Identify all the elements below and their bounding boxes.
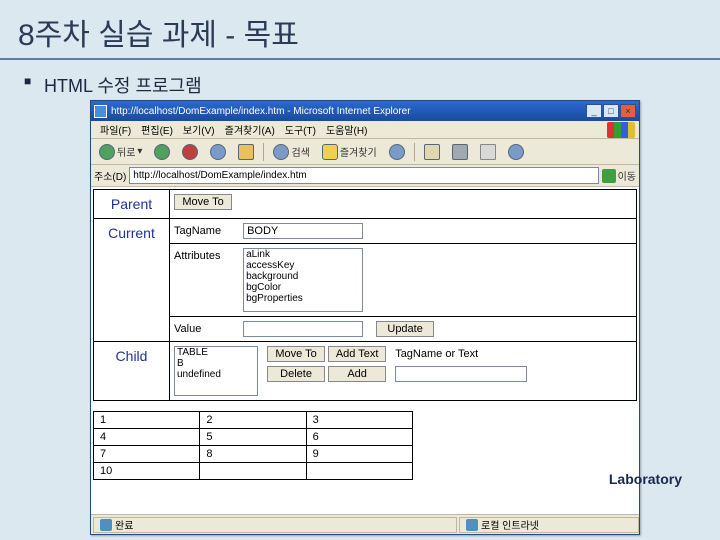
favorites-button[interactable]: 즐겨찾기 [317, 141, 382, 163]
address-label: 주소(D) [94, 168, 126, 183]
done-icon [100, 519, 112, 531]
update-button[interactable]: Update [376, 321, 434, 337]
star-icon [322, 144, 338, 160]
parent-moveto-button[interactable]: Move To [174, 194, 232, 210]
delete-button[interactable]: Delete [267, 366, 325, 382]
ie-window: http://localhost/DomExample/index.htm - … [90, 100, 640, 535]
dom-editor-table: Parent Move To Current TagName Attribute… [93, 189, 637, 401]
print-icon [452, 144, 468, 160]
value-label: Value [174, 321, 240, 335]
address-input[interactable] [129, 167, 598, 184]
table-row: 123 [94, 412, 413, 429]
print-button[interactable] [447, 141, 473, 163]
attr-item[interactable]: aLink [244, 249, 362, 260]
mail-button[interactable] [419, 141, 445, 163]
addtext-button[interactable]: Add Text [328, 346, 386, 362]
forward-button[interactable] [149, 141, 175, 163]
attr-item[interactable]: bgColor [244, 282, 362, 293]
attr-item[interactable]: accessKey [244, 260, 362, 271]
attributes-label: Attributes [174, 248, 240, 262]
table-row: 456 [94, 429, 413, 446]
menu-view[interactable]: 보기(V) [178, 122, 220, 137]
stop-icon [182, 144, 198, 160]
maximize-button[interactable]: □ [603, 104, 619, 118]
attr-item[interactable]: background [244, 271, 362, 282]
home-button[interactable] [233, 141, 259, 163]
attributes-listbox[interactable]: aLink accessKey background bgColor bgPro… [243, 248, 363, 312]
slide-title: 8주차 실습 과제 - 목표 [0, 0, 720, 60]
edit-button[interactable] [475, 141, 501, 163]
child-moveto-button[interactable]: Move To [267, 346, 325, 362]
window-title: http://localhost/DomExample/index.htm - … [111, 106, 586, 117]
table-row: 789 [94, 446, 413, 463]
forward-icon [154, 144, 170, 160]
menu-favorites[interactable]: 즐겨찾기(A) [220, 122, 280, 137]
titlebar: http://localhost/DomExample/index.htm - … [91, 101, 639, 121]
current-label: Current [94, 219, 170, 342]
windows-logo-icon [607, 122, 635, 138]
close-button[interactable]: × [620, 104, 636, 118]
child-item[interactable]: B [175, 358, 257, 369]
slide-bullet: HTML 수정 프로그램 [0, 60, 720, 104]
back-button[interactable]: 뒤로 ▾ [94, 141, 147, 163]
history-icon [389, 144, 405, 160]
statusbar: 완료 로컬 인트라넷 [91, 514, 639, 534]
messenger-button[interactable] [503, 141, 529, 163]
sample-table: 123 456 789 10 [93, 411, 413, 480]
child-item[interactable]: undefined [175, 369, 257, 380]
tagname-label: TagName [174, 223, 240, 237]
add-button[interactable]: Add [328, 366, 386, 382]
go-button[interactable]: 이동 [602, 168, 636, 183]
child-label: Child [94, 342, 170, 401]
minimize-button[interactable]: _ [586, 104, 602, 118]
menu-file[interactable]: 파일(F) [95, 122, 136, 137]
back-icon [99, 144, 115, 160]
tagname-input[interactable] [243, 223, 363, 239]
taghint-label: TagName or Text [395, 348, 478, 360]
stop-button[interactable] [177, 141, 203, 163]
refresh-button[interactable] [205, 141, 231, 163]
footer-label: Laboratory [609, 471, 682, 487]
search-icon [273, 144, 289, 160]
home-icon [238, 144, 254, 160]
status-done: 완료 [115, 517, 133, 532]
tag-input[interactable] [395, 366, 527, 382]
search-button[interactable]: 검색 [268, 141, 314, 163]
messenger-icon [508, 144, 524, 160]
ie-icon [94, 105, 107, 118]
status-zone: 로컬 인트라넷 [481, 517, 539, 532]
parent-label: Parent [94, 190, 170, 219]
history-button[interactable] [384, 141, 410, 163]
child-item[interactable]: TABLE [175, 347, 257, 358]
menu-edit[interactable]: 편집(E) [136, 122, 178, 137]
refresh-icon [210, 144, 226, 160]
table-row: 10 [94, 463, 413, 480]
edit-icon [480, 144, 496, 160]
zone-icon [466, 519, 478, 531]
menu-help[interactable]: 도움말(H) [321, 122, 372, 137]
toolbar: 뒤로 ▾ 검색 즐겨찾기 [91, 139, 639, 165]
content-area: Parent Move To Current TagName Attribute… [91, 187, 639, 514]
mail-icon [424, 144, 440, 160]
menubar: 파일(F) 편집(E) 보기(V) 즐겨찾기(A) 도구(T) 도움말(H) [91, 121, 639, 139]
go-icon [602, 169, 616, 183]
menu-tools[interactable]: 도구(T) [280, 122, 321, 137]
attr-item[interactable]: bgProperties [244, 293, 362, 304]
value-input[interactable] [243, 321, 363, 337]
address-bar: 주소(D) 이동 [91, 165, 639, 187]
child-listbox[interactable]: TABLE B undefined [174, 346, 258, 396]
